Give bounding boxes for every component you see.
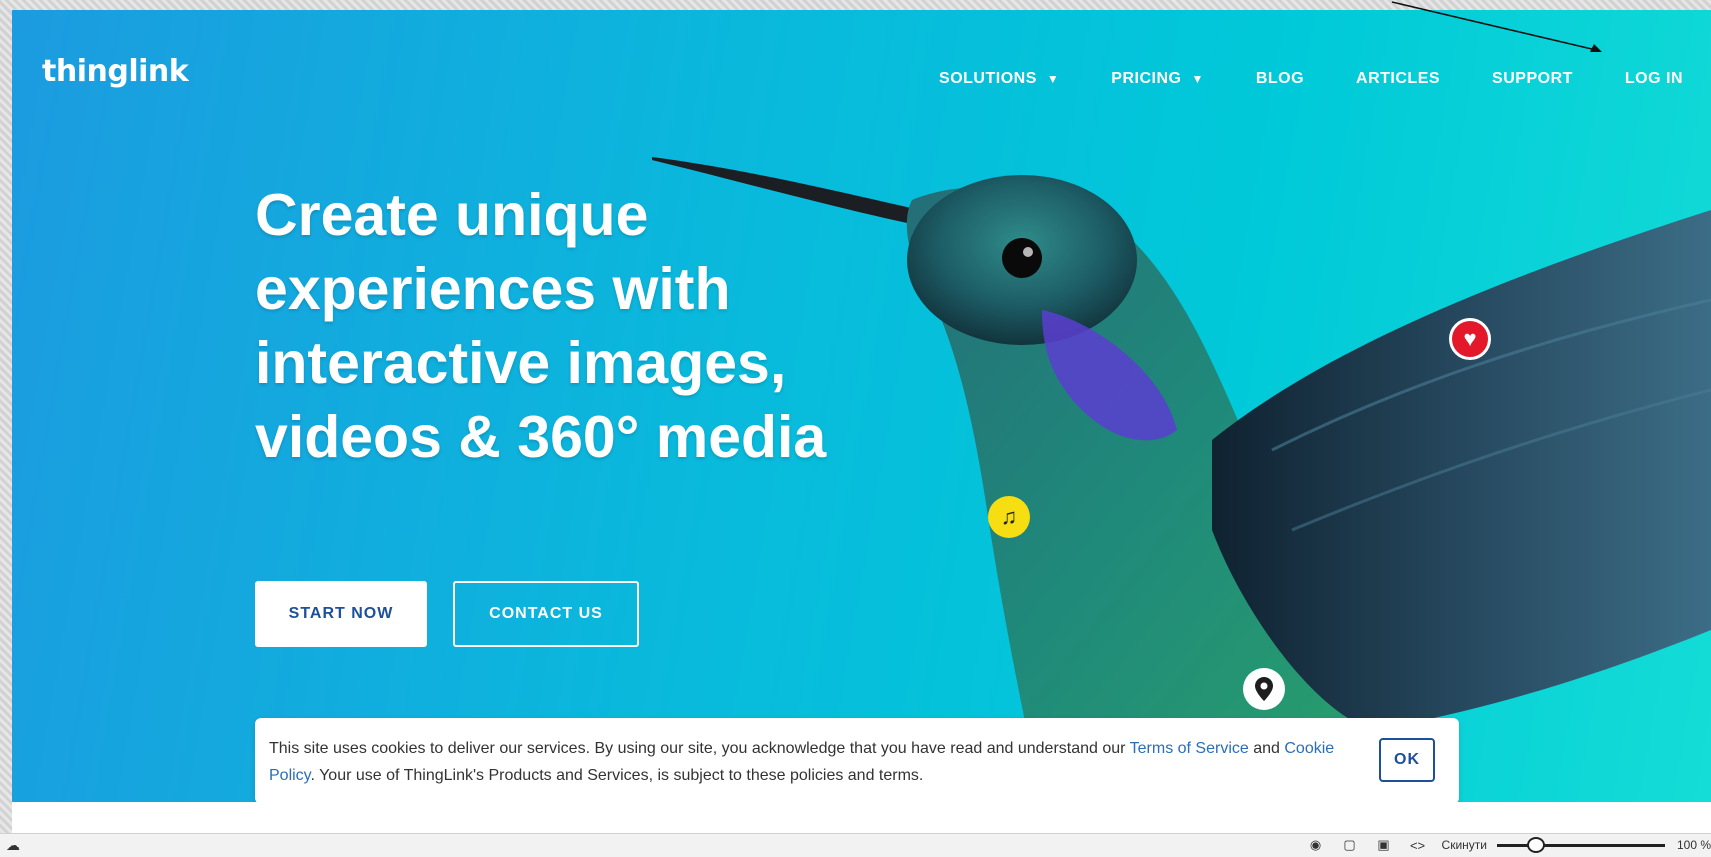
map-pin-glyph — [1255, 677, 1273, 701]
cookie-text-after: . Your use of ThingLink's Products and S… — [310, 767, 924, 784]
main-nav: SOLUTIONS ▼ PRICING ▼ BLOG ARTICLES SUPP… — [887, 70, 1683, 88]
start-now-button[interactable]: START NOW — [255, 581, 427, 647]
nav-solutions-label: SOLUTIONS — [939, 70, 1037, 87]
code-icon[interactable]: <> — [1408, 837, 1428, 853]
music-note-icon[interactable]: ♫ — [988, 496, 1030, 538]
nav-pricing-label: PRICING — [1111, 70, 1182, 87]
image-icon[interactable]: ▣ — [1374, 837, 1394, 853]
nav-blog-label: BLOG — [1255, 70, 1305, 87]
map-pin-icon[interactable] — [1243, 668, 1285, 710]
cookie-text-before: This site uses cookies to deliver our se… — [269, 740, 1130, 757]
zoom-value: 100 % — [1677, 838, 1711, 852]
window-icon[interactable]: ▢ — [1340, 837, 1360, 853]
zoom-slider-knob[interactable] — [1527, 837, 1545, 853]
nav-articles-label: ARTICLES — [1356, 70, 1441, 87]
cookie-text-and: and — [1248, 740, 1285, 757]
thinglink-logo[interactable]: thinglink — [42, 54, 189, 89]
nav-articles[interactable]: ARTICLES — [1356, 70, 1440, 88]
cloud-icon[interactable]: ☁ — [6, 837, 20, 854]
viewer-status-bar: ☁ ◉ ▢ ▣ <> Скинути 100 % — [0, 833, 1711, 857]
browser-window: thinglink SOLUTIONS ▼ PRICING ▼ BLOG ART… — [12, 10, 1711, 857]
zoom-slider[interactable] — [1497, 837, 1665, 853]
screenshot-icon[interactable]: ◉ — [1306, 837, 1326, 853]
cookie-ok-button[interactable]: OK — [1379, 738, 1435, 782]
terms-of-service-link[interactable]: Terms of Service — [1130, 740, 1249, 757]
hero-section: thinglink SOLUTIONS ▼ PRICING ▼ BLOG ART… — [12, 10, 1711, 802]
nav-support[interactable]: SUPPORT — [1492, 70, 1573, 88]
zoom-slider-track — [1497, 844, 1665, 847]
chevron-down-icon: ▼ — [1191, 72, 1204, 86]
nav-blog[interactable]: BLOG — [1256, 70, 1304, 88]
nav-pricing[interactable]: PRICING ▼ — [1111, 70, 1204, 88]
contact-us-button[interactable]: CONTACT US — [453, 581, 639, 647]
heart-icon[interactable]: ♥ — [1449, 318, 1491, 360]
nav-login-label: LOG IN — [1624, 70, 1683, 87]
chevron-down-icon: ▼ — [1046, 72, 1060, 86]
nav-solutions[interactable]: SOLUTIONS ▼ — [939, 70, 1059, 88]
nav-login[interactable]: LOG IN — [1625, 70, 1683, 88]
hero-headline: Create unique experiences with interacti… — [255, 182, 827, 470]
cookie-text: This site uses cookies to deliver our se… — [269, 735, 1339, 789]
nav-support-label: SUPPORT — [1492, 70, 1573, 87]
zoom-reset-label[interactable]: Скинути — [1442, 838, 1487, 852]
cookie-banner: This site uses cookies to deliver our se… — [255, 718, 1459, 802]
zoom-controls: ◉ ▢ ▣ <> Скинути 100 % — [1306, 837, 1711, 853]
